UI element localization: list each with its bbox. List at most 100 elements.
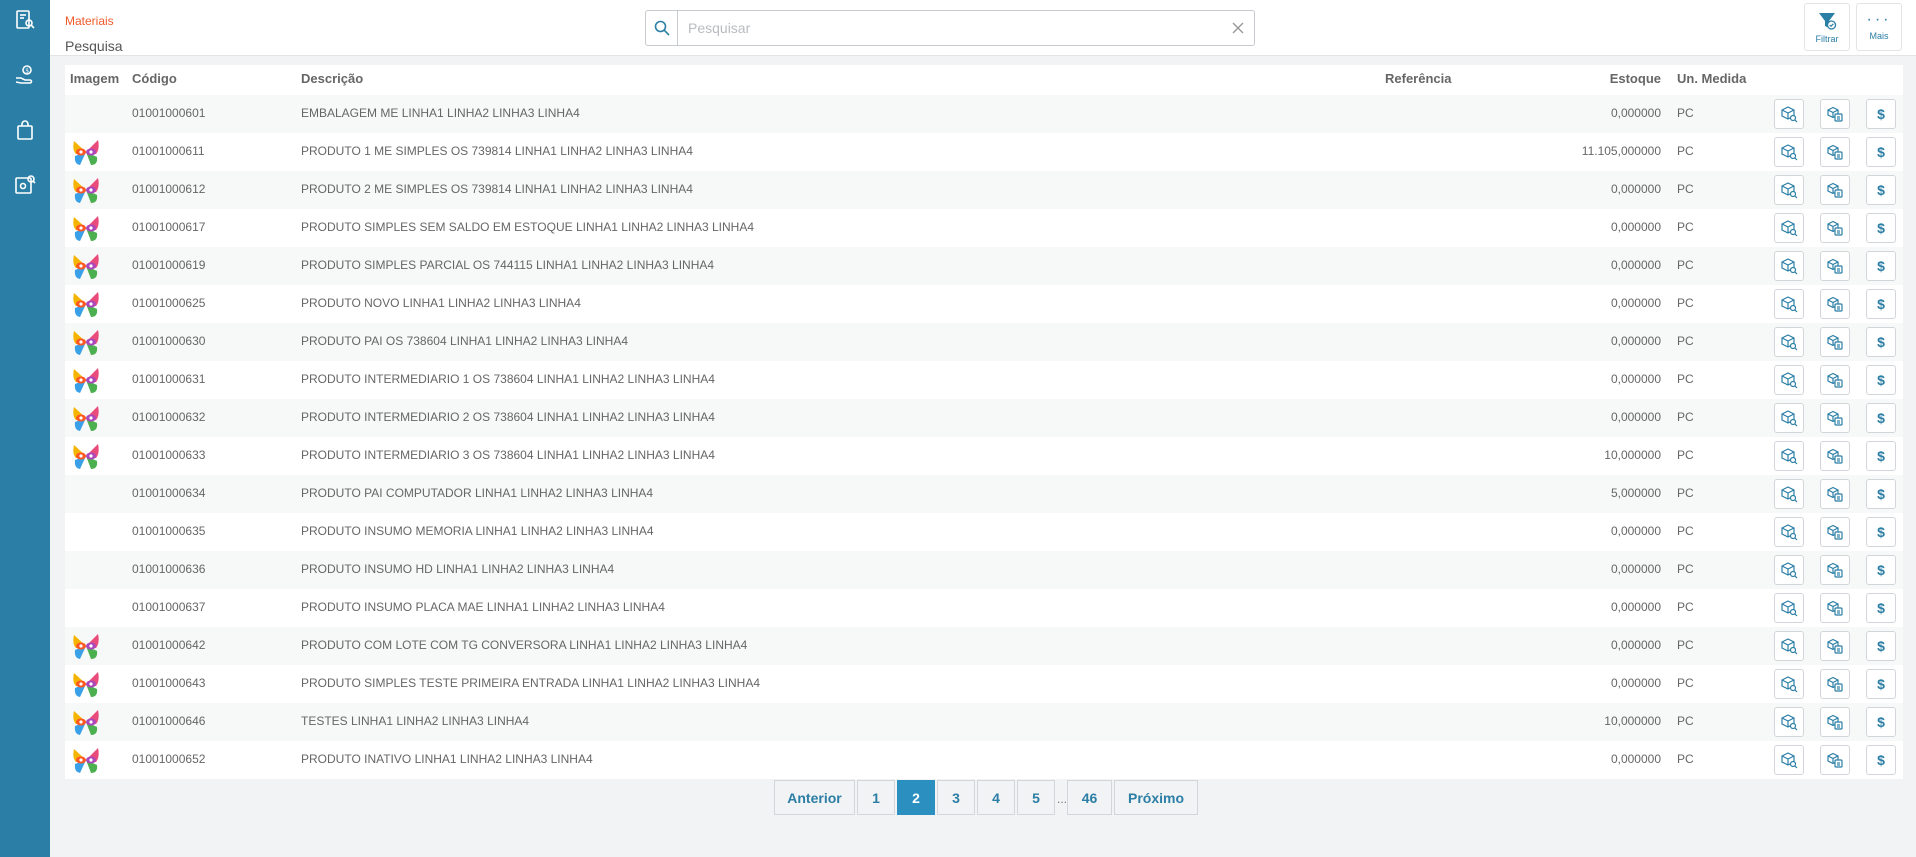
breadcrumb[interactable]: Materiais (65, 14, 114, 28)
copy-product-button[interactable] (1820, 441, 1850, 471)
stock-lookup-button[interactable] (1774, 745, 1804, 775)
price-button[interactable]: $ (1866, 213, 1896, 243)
table-row[interactable]: 01001000630 PRODUTO PAI OS 738604 LINHA1 … (65, 323, 1903, 361)
price-button[interactable]: $ (1866, 669, 1896, 699)
stock-lookup-button[interactable] (1774, 669, 1804, 699)
table-row[interactable]: 01001000632 PRODUTO INTERMEDIARIO 2 OS 73… (65, 399, 1903, 437)
clear-search-button[interactable] (1230, 20, 1246, 36)
copy-product-button[interactable] (1820, 479, 1850, 509)
sidebar-item-financial[interactable]: $ (0, 55, 50, 95)
copy-product-button[interactable] (1820, 745, 1850, 775)
price-button[interactable]: $ (1866, 517, 1896, 547)
copy-product-button[interactable] (1820, 631, 1850, 661)
price-button[interactable]: $ (1866, 707, 1896, 737)
product-image[interactable] (70, 668, 102, 700)
price-button[interactable]: $ (1866, 479, 1896, 509)
product-image[interactable] (70, 174, 102, 206)
stock-lookup-button[interactable] (1774, 289, 1804, 319)
table-row[interactable]: 01001000643 PRODUTO SIMPLES TESTE PRIMEIR… (65, 665, 1903, 703)
copy-product-button[interactable] (1820, 365, 1850, 395)
table-row[interactable]: 01001000601 EMBALAGEM ME LINHA1 LINHA2 LI… (65, 95, 1903, 133)
stock-lookup-button[interactable] (1774, 327, 1804, 357)
product-image[interactable] (70, 706, 102, 738)
table-row[interactable]: 01001000642 PRODUTO COM LOTE COM TG CONVE… (65, 627, 1903, 665)
table-row[interactable]: 01001000634 PRODUTO PAI COMPUTADOR LINHA1… (65, 475, 1903, 513)
stock-lookup-button[interactable] (1774, 99, 1804, 129)
price-button[interactable]: $ (1866, 99, 1896, 129)
table-row[interactable]: 01001000635 PRODUTO INSUMO MEMORIA LINHA1… (65, 513, 1903, 551)
price-button[interactable]: $ (1866, 631, 1896, 661)
table-row[interactable]: 01001000617 PRODUTO SIMPLES SEM SALDO EM … (65, 209, 1903, 247)
page-button-1[interactable]: 1 (857, 780, 895, 815)
stock-lookup-button[interactable] (1774, 593, 1804, 623)
stock-lookup-button[interactable] (1774, 213, 1804, 243)
product-image[interactable] (70, 326, 102, 358)
sidebar-item-reports[interactable] (0, 0, 50, 40)
copy-product-button[interactable] (1820, 213, 1850, 243)
copy-product-button[interactable] (1820, 707, 1850, 737)
table-row[interactable]: 01001000612 PRODUTO 2 ME SIMPLES OS 73981… (65, 171, 1903, 209)
table-row[interactable]: 01001000625 PRODUTO NOVO LINHA1 LINHA2 LI… (65, 285, 1903, 323)
price-button[interactable]: $ (1866, 403, 1896, 433)
column-header-description[interactable]: Descrição (301, 71, 363, 86)
table-row[interactable]: 01001000652 PRODUTO INATIVO LINHA1 LINHA2… (65, 741, 1903, 779)
table-row[interactable]: 01001000636 PRODUTO INSUMO HD LINHA1 LINH… (65, 551, 1903, 589)
next-page-button[interactable]: Próximo (1114, 780, 1198, 815)
stock-lookup-button[interactable] (1774, 403, 1804, 433)
page-button-5[interactable]: 5 (1017, 780, 1055, 815)
column-header-stock[interactable]: Estoque (1610, 71, 1661, 86)
product-image[interactable] (70, 630, 102, 662)
table-row[interactable]: 01001000633 PRODUTO INTERMEDIARIO 3 OS 73… (65, 437, 1903, 475)
table-row[interactable]: 01001000637 PRODUTO INSUMO PLACA MAE LINH… (65, 589, 1903, 627)
price-button[interactable]: $ (1866, 289, 1896, 319)
price-button[interactable]: $ (1866, 327, 1896, 357)
table-row[interactable]: 01001000611 PRODUTO 1 ME SIMPLES OS 73981… (65, 133, 1903, 171)
stock-lookup-button[interactable] (1774, 441, 1804, 471)
table-row[interactable]: 01001000631 PRODUTO INTERMEDIARIO 1 OS 73… (65, 361, 1903, 399)
price-button[interactable]: $ (1866, 137, 1896, 167)
page-button-last[interactable]: 46 (1067, 780, 1112, 815)
price-button[interactable]: $ (1866, 441, 1896, 471)
product-image[interactable] (70, 212, 102, 244)
page-button-2[interactable]: 2 (897, 780, 935, 815)
page-button-3[interactable]: 3 (937, 780, 975, 815)
price-button[interactable]: $ (1866, 251, 1896, 281)
table-row[interactable]: 01001000646 TESTES LINHA1 LINHA2 LINHA3 L… (65, 703, 1903, 741)
price-button[interactable]: $ (1866, 555, 1896, 585)
copy-product-button[interactable] (1820, 175, 1850, 205)
copy-product-button[interactable] (1820, 137, 1850, 167)
filter-button[interactable]: Filtrar (1804, 3, 1850, 51)
stock-lookup-button[interactable] (1774, 479, 1804, 509)
price-button[interactable]: $ (1866, 175, 1896, 205)
stock-lookup-button[interactable] (1774, 517, 1804, 547)
product-image[interactable] (70, 250, 102, 282)
price-button[interactable]: $ (1866, 745, 1896, 775)
previous-page-button[interactable]: Anterior (774, 780, 855, 815)
copy-product-button[interactable] (1820, 403, 1850, 433)
product-image[interactable] (70, 136, 102, 168)
copy-product-button[interactable] (1820, 593, 1850, 623)
copy-product-button[interactable] (1820, 555, 1850, 585)
sidebar-item-sales[interactable] (0, 110, 50, 150)
copy-product-button[interactable] (1820, 251, 1850, 281)
stock-lookup-button[interactable] (1774, 365, 1804, 395)
column-header-reference[interactable]: Referência (1385, 71, 1451, 86)
copy-product-button[interactable] (1820, 289, 1850, 319)
product-image[interactable] (70, 288, 102, 320)
product-image[interactable] (70, 364, 102, 396)
more-button[interactable]: ··· Mais (1856, 3, 1902, 51)
stock-lookup-button[interactable] (1774, 137, 1804, 167)
column-header-code[interactable]: Código (132, 71, 177, 86)
price-button[interactable]: $ (1866, 593, 1896, 623)
copy-product-button[interactable] (1820, 327, 1850, 357)
copy-product-button[interactable] (1820, 669, 1850, 699)
product-image[interactable] (70, 440, 102, 472)
copy-product-button[interactable] (1820, 517, 1850, 547)
stock-lookup-button[interactable] (1774, 251, 1804, 281)
stock-lookup-button[interactable] (1774, 175, 1804, 205)
product-image[interactable] (70, 402, 102, 434)
product-image[interactable] (70, 744, 102, 776)
stock-lookup-button[interactable] (1774, 631, 1804, 661)
sidebar-item-materials[interactable] (0, 165, 50, 205)
stock-lookup-button[interactable] (1774, 555, 1804, 585)
